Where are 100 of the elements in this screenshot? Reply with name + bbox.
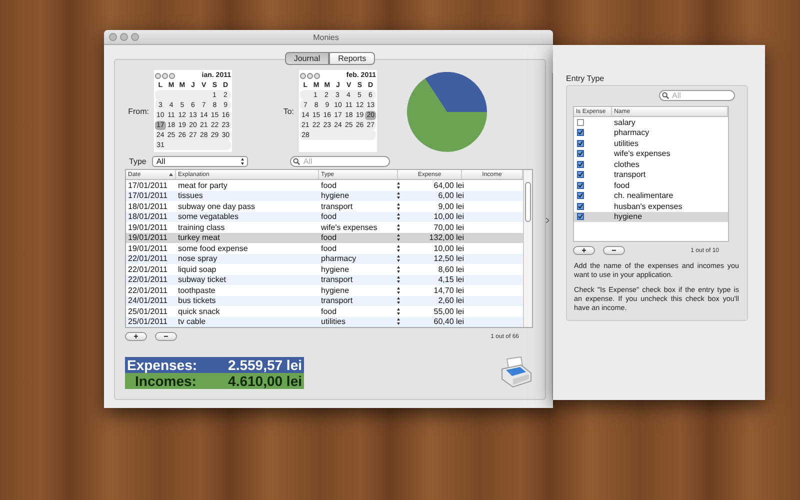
type-value: transport [321, 202, 353, 211]
table-row[interactable]: 22/01/2011 nose spray pharmacy 12,50 lei [126, 254, 523, 264]
table-row[interactable]: 25/01/2011 tv cable utilities 60,40 lei [126, 316, 523, 327]
expense-cell-text: 10,00 lei [432, 244, 465, 253]
table-row[interactable]: 22/01/2011 subway ticket transport 4,15 lei [126, 274, 523, 285]
date-cell-text: 17/01/2011 [127, 180, 168, 190]
type-value: transport [321, 275, 353, 284]
entry-type-row[interactable]: wife's expenses [574, 148, 728, 159]
explanation-cell-text: training class [177, 222, 226, 232]
from-label: From: [127, 106, 149, 116]
type-value: food [321, 212, 337, 222]
date-cell-text: 22/01/2011 [127, 264, 168, 274]
expense-cell-text: 132,00 lei [428, 233, 465, 242]
total-value: 4.610,00 lei [228, 373, 302, 389]
entry-type-title: Entry Type [566, 74, 606, 83]
expense-cell-text: 6,00 lei [437, 191, 465, 200]
expense-cell-text: 9,00 lei [437, 202, 465, 211]
date-cell-text: 25/01/2011 [127, 306, 168, 316]
entry-type-row[interactable]: pharmacy [574, 128, 728, 138]
explanation-cell-text: liquid soap [177, 264, 218, 274]
entry-type-row[interactable]: hygiene [574, 212, 728, 222]
explanation-cell-text: subway one day pass [177, 202, 256, 211]
type-select[interactable]: All [152, 156, 248, 166]
type-value: hygiene [321, 264, 350, 274]
type-value: hygiene [321, 191, 350, 200]
expense-cell-text: 8,60 lei [437, 264, 465, 274]
table-row[interactable]: 24/01/2011 bus tickets transport 2,60 lei [126, 296, 523, 306]
type-value: hygiene [321, 286, 350, 295]
expense-cell-text: 14,70 lei [432, 286, 465, 295]
add-button[interactable]: + [125, 332, 147, 341]
entry-type-name: food [614, 180, 630, 190]
type-value: wife's expenses [321, 222, 378, 232]
expense-cell-text: 55,00 lei [432, 306, 465, 316]
type-value: transport [321, 296, 353, 306]
date-cell-text: 25/01/2011 [127, 317, 168, 326]
entry-type-row[interactable]: utilities [574, 138, 728, 148]
explanation-cell-text: toothpaste [177, 286, 216, 295]
type-value: pharmacy [321, 254, 356, 264]
expense-cell-text: 2,60 lei [437, 296, 465, 306]
entry-type-row[interactable]: salary [574, 117, 728, 128]
date-cell-text: 19/01/2011 [127, 222, 168, 232]
entry-type-name: husban's expenses [614, 202, 682, 211]
explanation-cell-text: quick snack [177, 306, 221, 316]
entry-type-name: clothes [614, 160, 640, 169]
expense-cell-text: 10,00 lei [432, 212, 465, 222]
entry-type-name: transport [614, 170, 646, 180]
table-row[interactable]: 17/01/2011 tissues hygiene 6,00 lei [126, 190, 523, 201]
window-title: Monies [313, 32, 340, 42]
total-label: Incomes: [134, 373, 196, 389]
total-label: Expenses: [127, 357, 198, 373]
explanation-cell-text: meat for party [177, 180, 228, 190]
add-button[interactable]: + [573, 246, 595, 255]
explanation-cell-text: subway ticket [177, 275, 228, 284]
date-cell-text: 19/01/2011 [127, 244, 168, 253]
search-field[interactable]: All [659, 90, 735, 101]
expense-cell-text: 60,40 lei [432, 317, 465, 326]
date-cell-text: 17/01/2011 [127, 191, 168, 200]
entry-type-row[interactable]: transport [574, 170, 728, 180]
explanation-cell-text: nose spray [177, 254, 218, 264]
entry-type-name: pharmacy [614, 128, 650, 138]
type-value: food [321, 180, 337, 190]
tab[interactable]: Reports [329, 52, 376, 65]
entry-type-name: wife's expenses [614, 149, 670, 158]
type-label: Type [129, 156, 146, 166]
remove-button[interactable]: − [155, 332, 177, 341]
explanation-cell-text: some vegatables [177, 212, 240, 222]
date-cell-text: 24/01/2011 [127, 296, 168, 306]
type-value: utilities [321, 317, 346, 326]
remove-button[interactable]: − [603, 246, 625, 255]
expense-cell-text: 4,15 lei [437, 275, 465, 284]
expense-cell-text: 70,00 lei [432, 222, 465, 232]
date-cell-text: 19/01/2011 [127, 233, 168, 242]
type-value: food [321, 244, 337, 253]
entry-type-row[interactable]: ch. nealimentare [574, 190, 728, 201]
explanation-cell-text: turkey meat [177, 233, 221, 242]
date-cell-text: 22/01/2011 [127, 254, 168, 264]
to-label: To: [282, 106, 294, 116]
expense-cell-text: 12,50 lei [432, 254, 465, 264]
explanation-cell-text: tv cable [177, 317, 207, 326]
table-row[interactable]: 18/01/2011 some vegatables food 10,00 lei [126, 212, 523, 222]
search-field[interactable]: All [290, 156, 390, 166]
expense-cell-text: 64,00 lei [432, 180, 465, 190]
date-cell-text: 18/01/2011 [127, 202, 168, 211]
entry-type-name: utilities [614, 138, 638, 148]
explanation-cell-text: tissues [177, 191, 204, 200]
entry-type-row[interactable]: food [574, 180, 728, 190]
entry-type-name: hygiene [614, 212, 642, 222]
date-cell-text: 22/01/2011 [127, 275, 168, 284]
type-value: food [321, 233, 337, 242]
type-value: food [321, 306, 337, 316]
date-cell-text: 18/01/2011 [127, 212, 168, 222]
table-row[interactable]: 19/01/2011 turkey meat food 132,00 lei [126, 232, 523, 243]
date-cell-text: 22/01/2011 [127, 286, 168, 295]
entry-type-row[interactable]: clothes [574, 159, 728, 170]
entry-type-name: ch. nealimentare [614, 191, 674, 200]
explanation-cell-text: bus tickets [177, 296, 217, 306]
tab[interactable]: Journal [284, 52, 330, 65]
entry-type-name: salary [614, 118, 636, 127]
entry-type-row[interactable]: husban's expenses [574, 201, 728, 212]
total-value: 2.559,57 lei [228, 357, 302, 373]
